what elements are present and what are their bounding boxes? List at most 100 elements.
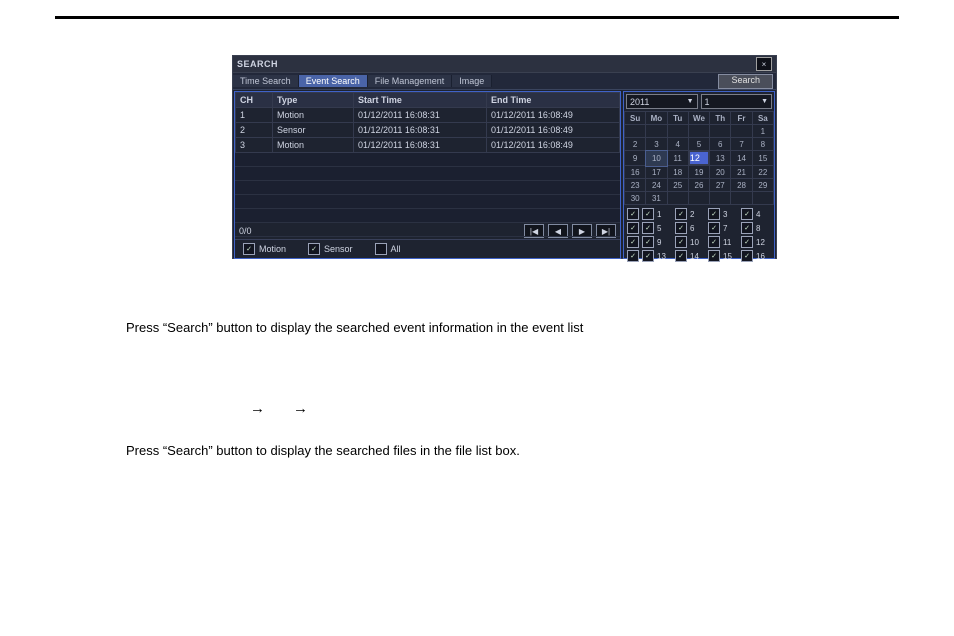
checkbox-icon[interactable] (243, 243, 255, 255)
calendar-day[interactable]: 28 (731, 179, 752, 192)
cell-end: 01/12/2011 16:08:49 (487, 108, 620, 123)
channel-checkbox[interactable] (642, 208, 654, 220)
channel-row-master-checkbox[interactable] (627, 236, 639, 248)
calendar-day[interactable]: 19 (688, 166, 709, 179)
channel-checkbox[interactable] (675, 208, 687, 220)
calendar-day[interactable]: 7 (731, 138, 752, 151)
calendar-day[interactable]: 22 (752, 166, 773, 179)
calendar-day[interactable]: 31 (646, 192, 667, 205)
channel-checkbox[interactable] (708, 250, 720, 262)
channel-checkbox[interactable] (675, 236, 687, 248)
channel-row-master-checkbox[interactable] (627, 222, 639, 234)
channel-checkbox[interactable] (708, 208, 720, 220)
tab-event-search[interactable]: Event Search (299, 75, 368, 87)
channel-checkbox[interactable] (708, 222, 720, 234)
channel-checkbox[interactable] (642, 236, 654, 248)
channel-label: 6 (690, 224, 705, 233)
calendar-day[interactable]: 23 (625, 179, 646, 192)
channel-row-master-checkbox[interactable] (627, 250, 639, 262)
channel-checkbox[interactable] (642, 222, 654, 234)
calendar-day[interactable]: 13 (710, 151, 731, 166)
calendar-day[interactable]: 10 (646, 151, 667, 166)
title-bar: SEARCH × (233, 56, 776, 73)
channel-label: 4 (756, 210, 771, 219)
calendar-dow: Fr (731, 112, 752, 125)
table-row[interactable]: 3 Motion 01/12/2011 16:08:31 01/12/2011 … (236, 138, 620, 153)
channel-checkbox[interactable] (741, 236, 753, 248)
calendar-day[interactable]: 12 (689, 151, 709, 165)
table-row[interactable]: 1 Motion 01/12/2011 16:08:31 01/12/2011 … (236, 108, 620, 123)
channel-checkbox[interactable] (675, 222, 687, 234)
channel-label: 16 (756, 252, 771, 261)
tab-image[interactable]: Image (452, 75, 492, 87)
calendar-day[interactable]: 25 (667, 179, 688, 192)
calendar-day[interactable]: 24 (646, 179, 667, 192)
calendar-day[interactable]: 3 (646, 138, 667, 151)
filter-sensor[interactable]: Sensor (308, 243, 353, 255)
event-list-panel: CH Type Start Time End Time 1 Motion 01/… (234, 91, 621, 259)
calendar-day[interactable]: 18 (667, 166, 688, 179)
calendar-day[interactable]: 8 (752, 138, 773, 151)
calendar-day[interactable]: 11 (667, 151, 688, 166)
calendar-day[interactable]: 21 (731, 166, 752, 179)
calendar-day[interactable]: 17 (646, 166, 667, 179)
calendar-dow: Mo (646, 112, 667, 125)
channel-checkbox[interactable] (741, 208, 753, 220)
empty-rows-area (235, 153, 620, 222)
calendar-day (667, 125, 688, 138)
channel-checkbox[interactable] (675, 250, 687, 262)
calendar-day (731, 125, 752, 138)
calendar-day (688, 192, 709, 205)
calendar-day (688, 125, 709, 138)
calendar-day (625, 125, 646, 138)
calendar-day[interactable]: 2 (625, 138, 646, 151)
calendar-grid: SuMoTuWeThFrSa 1234567891011121314151617… (624, 111, 774, 205)
calendar-day[interactable]: 30 (625, 192, 646, 205)
checkbox-icon[interactable] (308, 243, 320, 255)
search-button[interactable]: Search (718, 74, 773, 89)
calendar-day[interactable]: 14 (731, 151, 752, 166)
instruction-text-2: Press “Search” button to display the sea… (126, 443, 520, 458)
table-row[interactable]: 2 Sensor 01/12/2011 16:08:31 01/12/2011 … (236, 123, 620, 138)
cell-end: 01/12/2011 16:08:49 (487, 123, 620, 138)
channel-label: 2 (690, 210, 705, 219)
col-start: Start Time (354, 93, 487, 108)
cell-ch: 1 (236, 108, 273, 123)
calendar-dow: Su (625, 112, 646, 125)
filter-all[interactable]: All (375, 243, 401, 255)
calendar-day (752, 192, 773, 205)
channel-row-master-checkbox[interactable] (627, 208, 639, 220)
calendar-day[interactable]: 5 (688, 138, 709, 151)
year-select[interactable]: 2011 ▼ (626, 94, 698, 109)
page-top-rule (55, 16, 899, 19)
channel-checkbox[interactable] (741, 250, 753, 262)
channel-grid: 12345678910111213141516 (624, 205, 774, 266)
calendar-day[interactable]: 26 (688, 179, 709, 192)
calendar-day[interactable]: 9 (625, 151, 646, 166)
checkbox-icon[interactable] (375, 243, 387, 255)
calendar-day[interactable]: 4 (667, 138, 688, 151)
channel-checkbox[interactable] (708, 236, 720, 248)
close-icon[interactable]: × (756, 57, 772, 71)
cell-end: 01/12/2011 16:08:49 (487, 138, 620, 153)
calendar-day[interactable]: 20 (710, 166, 731, 179)
filter-label: Motion (259, 244, 286, 254)
calendar-day[interactable]: 15 (752, 151, 773, 166)
calendar-day[interactable]: 6 (710, 138, 731, 151)
year-value: 2011 (630, 97, 649, 107)
tab-file-management[interactable]: File Management (368, 75, 453, 87)
calendar-day[interactable]: 1 (752, 125, 773, 138)
tab-row: Time Search Event Search File Management… (233, 73, 776, 90)
month-value: 1 (705, 97, 710, 107)
channel-checkbox[interactable] (642, 250, 654, 262)
calendar-day[interactable]: 29 (752, 179, 773, 192)
chevron-down-icon: ▼ (687, 98, 694, 105)
channel-checkbox[interactable] (741, 222, 753, 234)
search-window: SEARCH × Time Search Event Search File M… (232, 55, 777, 259)
tab-time-search[interactable]: Time Search (233, 75, 299, 87)
calendar-day[interactable]: 16 (625, 166, 646, 179)
month-select[interactable]: 1 ▼ (701, 94, 773, 109)
calendar-panel: 2011 ▼ 1 ▼ SuMoTuWeThFrSa 12345678910111… (623, 91, 775, 259)
filter-motion[interactable]: Motion (243, 243, 286, 255)
calendar-day[interactable]: 27 (710, 179, 731, 192)
